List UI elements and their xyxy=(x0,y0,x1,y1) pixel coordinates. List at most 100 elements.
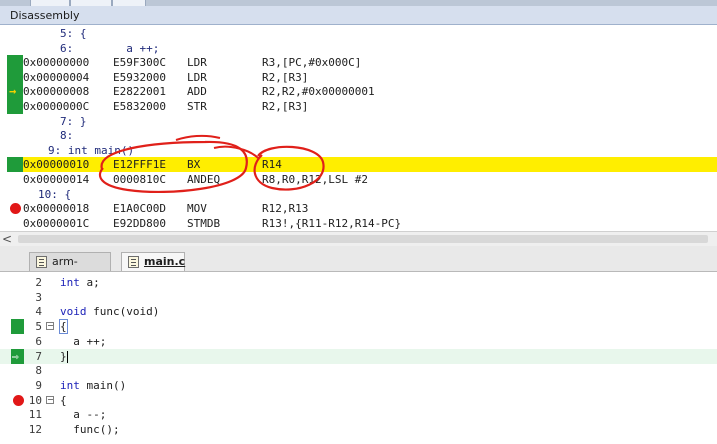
gutter-marker[interactable] xyxy=(7,172,23,187)
keyword: void xyxy=(60,305,87,319)
gutter-marker[interactable]: → xyxy=(7,84,23,100)
source-text: 10: { xyxy=(38,187,72,201)
asm-line[interactable]: 0x00000004 E5932000 LDR R2,[R3] xyxy=(7,69,717,85)
line-number: 3 xyxy=(35,290,42,304)
gutter-marker[interactable] xyxy=(7,128,23,143)
operands: R8,R0,R12,LSL #2 xyxy=(262,173,368,186)
source-text: 8: xyxy=(60,129,74,143)
code-line[interactable]: 12 func(); xyxy=(0,422,717,437)
code-line[interactable]: ⇨ 7} xyxy=(0,348,717,364)
asm-line[interactable]: 0x00000000 E59F300C LDR R3,[PC,#0x000C] xyxy=(7,55,717,71)
gutter-marker[interactable] xyxy=(11,334,24,349)
mnemonic: ANDEQ xyxy=(187,173,221,186)
gutter-marker[interactable] xyxy=(7,143,23,158)
source-text: 6: a ++; xyxy=(60,41,160,55)
code-line[interactable]: 10−{ xyxy=(0,393,717,408)
asm-line[interactable]: 0x00000014 0000810C ANDEQ R8,R0,R12,LSL #2 xyxy=(7,172,717,187)
disassembly-pane[interactable]: 5: {6: a ++; 0x00000000 E59F300C LDR R3,[PC,… xyxy=(7,25,717,231)
line-number: 6 xyxy=(35,334,42,348)
line-number: 11 xyxy=(28,408,42,422)
breakpoint-icon[interactable] xyxy=(13,394,24,406)
source-line[interactable]: 10: { xyxy=(7,187,717,202)
file-tab-bar: arm-asm.s main.c xyxy=(0,246,717,286)
horizontal-scrollbar[interactable]: < xyxy=(0,231,717,247)
address: 0x00000018 xyxy=(23,202,90,216)
code-text: a ++; xyxy=(60,334,106,349)
address: 0x00000008 xyxy=(23,85,90,99)
code-text: { xyxy=(59,319,68,335)
code-line[interactable]: 5−{ xyxy=(0,319,717,335)
scroll-left-icon[interactable]: < xyxy=(2,232,12,246)
opcode: E1A0C00D xyxy=(113,202,166,216)
fold-toggle-icon[interactable]: − xyxy=(46,322,54,331)
gutter-marker[interactable]: ⇨ xyxy=(11,348,24,364)
source-line[interactable]: 5: { xyxy=(7,26,717,41)
gutter-marker[interactable] xyxy=(11,304,24,319)
gutter-marker[interactable] xyxy=(11,275,24,290)
fold-toggle-icon[interactable]: − xyxy=(46,395,54,404)
code-line[interactable]: 9 int main() xyxy=(0,378,717,393)
opcode: E5932000 xyxy=(113,70,166,84)
gutter-marker[interactable] xyxy=(11,422,24,437)
source-line[interactable]: 9: int main() xyxy=(7,143,717,158)
gutter-marker[interactable] xyxy=(7,157,23,173)
source-editor[interactable]: 2 int a; 3 4 void func(void) 5−{6 a ++; ⇨ 7} 8 9 i… xyxy=(0,272,717,444)
code-content: a --; xyxy=(60,408,107,422)
code-content: { xyxy=(60,393,67,407)
source-text: 7: } xyxy=(60,114,87,128)
asm-line[interactable]: → 0x00000008 E2822001 ADD R2,R2,#0x00000001 xyxy=(7,84,717,100)
asm-line[interactable]: 0x00000010 E12FFF1E BX R14 xyxy=(7,157,717,173)
code-line[interactable]: 11 a --; xyxy=(0,407,717,422)
code-content: func(); xyxy=(60,423,120,436)
code-text: a --; xyxy=(60,407,106,422)
gutter-marker[interactable] xyxy=(11,378,24,393)
gutter-marker[interactable] xyxy=(7,26,23,41)
gutter-marker[interactable] xyxy=(11,363,24,378)
gutter-marker[interactable] xyxy=(7,201,23,216)
breakpoint-icon[interactable] xyxy=(10,203,21,215)
asm-line[interactable]: 0x00000018 E1A0C00D MOV R12,R13 xyxy=(7,201,717,216)
operands: R13!,{R11-R12,R14-PC} xyxy=(262,216,402,230)
operands: R12,R13 xyxy=(262,202,309,216)
line-number: 12 xyxy=(28,423,42,436)
gutter-marker[interactable] xyxy=(7,55,23,71)
line-number: 10 xyxy=(28,393,42,407)
source-line[interactable]: 8: xyxy=(7,128,717,143)
asm-line[interactable]: 0x0000001C E92DD800 STMDB R13!,{R11-R12,R14… xyxy=(7,216,717,231)
code-content: } xyxy=(60,349,67,363)
gutter-marker[interactable] xyxy=(7,99,23,114)
opcode: E12FFF1E xyxy=(113,158,166,172)
gutter-marker[interactable] xyxy=(11,319,24,335)
line-number: 7 xyxy=(35,349,42,363)
source-line[interactable]: 6: a ++; xyxy=(7,41,717,56)
file-icon xyxy=(36,256,47,268)
line-number: 5 xyxy=(35,320,42,334)
gutter-marker[interactable] xyxy=(11,407,24,422)
line-number: 2 xyxy=(35,276,42,289)
gutter-marker[interactable] xyxy=(11,290,24,305)
current-line-arrow-icon: → xyxy=(9,84,17,99)
gutter-marker[interactable] xyxy=(7,41,23,56)
operands: R2,R2,#0x00000001 xyxy=(262,85,375,99)
gutter-marker[interactable] xyxy=(7,114,23,129)
keyword: int xyxy=(60,276,80,289)
scrollbar-thumb[interactable] xyxy=(18,235,708,243)
tab-main-c[interactable]: main.c xyxy=(121,252,185,271)
tab-arm-asm[interactable]: arm-asm.s xyxy=(29,252,111,286)
asm-line[interactable]: 0x0000000C E5832000 STR R2,[R3] xyxy=(7,99,717,114)
line-number: 9 xyxy=(35,378,42,392)
address: 0x0000000C xyxy=(23,100,90,113)
source-line[interactable]: 7: } xyxy=(7,114,717,129)
code-line[interactable]: 6 a ++; xyxy=(0,334,717,349)
code-content: { xyxy=(59,319,68,335)
line-number: 4 xyxy=(35,305,42,319)
code-line[interactable]: 4 void func(void) xyxy=(0,304,717,319)
gutter-marker[interactable] xyxy=(7,216,23,231)
address: 0x00000010 xyxy=(23,158,90,172)
code-line[interactable]: 2 int a; xyxy=(0,275,717,290)
gutter-marker[interactable] xyxy=(7,187,23,202)
code-line[interactable]: 8 xyxy=(0,363,717,378)
gutter-marker[interactable] xyxy=(7,69,23,85)
code-line[interactable]: 3 xyxy=(0,290,717,305)
disassembly-titlebar: Disassembly xyxy=(0,6,717,25)
